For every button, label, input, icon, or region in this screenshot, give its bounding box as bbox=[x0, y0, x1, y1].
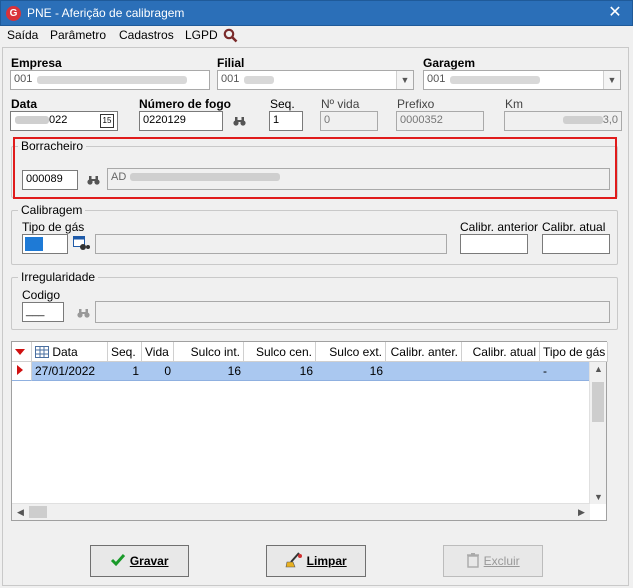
n-vida-label: Nº vida bbox=[321, 97, 360, 111]
codigo-field[interactable]: ___ bbox=[22, 302, 64, 322]
menu-cadastros[interactable]: Cadastros bbox=[119, 28, 174, 42]
check-icon bbox=[111, 554, 126, 567]
scroll-up-icon[interactable]: ▲ bbox=[590, 364, 607, 374]
vertical-scrollbar[interactable]: ▲ ▼ bbox=[589, 362, 606, 504]
title-bar: G PNE - Aferição de calibragem ✕ bbox=[0, 0, 633, 26]
horizontal-scrollbar[interactable]: ◀ ▶ bbox=[12, 503, 590, 520]
cell-sulco-cen[interactable]: 16 bbox=[244, 362, 316, 381]
calibragem-title: Calibragem bbox=[18, 203, 86, 217]
filial-label: Filial bbox=[217, 56, 245, 70]
numero-fogo-label: Número de fogo bbox=[139, 97, 231, 111]
menu-bar: Saída Parâmetro Cadastros LGPD bbox=[0, 26, 633, 46]
search-icon[interactable] bbox=[223, 28, 238, 46]
tipo-gas-field[interactable] bbox=[22, 234, 68, 254]
borracheiro-name-field: AD bbox=[107, 168, 610, 190]
filial-select[interactable]: 001 ▼ bbox=[217, 70, 414, 90]
app-logo-icon: G bbox=[6, 6, 21, 21]
seq-field[interactable]: 1 bbox=[269, 111, 303, 131]
cell-data[interactable]: 27/01/2022 bbox=[32, 362, 108, 381]
data-label: Data bbox=[11, 97, 38, 111]
col-header-tipo-gas[interactable]: Tipo de gás bbox=[540, 342, 608, 362]
calibration-table[interactable]: Data Seq. Vida Sulco int. Sulco cen. Sul… bbox=[11, 341, 608, 521]
empresa-label: Empresa bbox=[11, 56, 62, 70]
calibr-anterior-field[interactable] bbox=[460, 234, 528, 254]
cell-sulco-int[interactable]: 16 bbox=[174, 362, 244, 381]
calendar-icon[interactable]: 15 bbox=[100, 114, 114, 128]
tipo-gas-desc-field bbox=[95, 234, 447, 254]
scroll-left-icon[interactable]: ◀ bbox=[12, 507, 29, 518]
chevron-down-icon[interactable]: ▼ bbox=[603, 71, 620, 89]
cell-calibr-atual[interactable] bbox=[462, 362, 540, 381]
menu-saida[interactable]: Saída bbox=[7, 28, 38, 42]
prefixo-label: Prefixo bbox=[397, 97, 435, 111]
selection-highlight bbox=[25, 237, 43, 251]
col-header-sulco-cen[interactable]: Sulco cen. bbox=[244, 342, 316, 362]
binoculars-icon[interactable] bbox=[77, 308, 90, 322]
codigo-label: Codigo bbox=[22, 288, 61, 302]
col-header-sulco-ext[interactable]: Sulco ext. bbox=[316, 342, 386, 362]
km-label: Km bbox=[505, 97, 523, 111]
garagem-select[interactable]: 001 ▼ bbox=[423, 70, 621, 90]
col-header-sulco-int[interactable]: Sulco int. bbox=[174, 342, 244, 362]
borracheiro-code-field[interactable]: 000089 bbox=[22, 170, 78, 190]
scroll-thumb[interactable] bbox=[592, 382, 604, 422]
window-title: PNE - Aferição de calibragem bbox=[27, 6, 185, 20]
calibr-atual-field[interactable] bbox=[542, 234, 610, 254]
col-header-calibr-anter[interactable]: Calibr. anter. bbox=[386, 342, 462, 362]
binoculars-icon[interactable] bbox=[87, 175, 100, 189]
excluir-button[interactable]: Excluir bbox=[443, 545, 543, 577]
calibr-anterior-label: Calibr. anterior bbox=[460, 220, 539, 234]
cell-sulco-ext[interactable]: 16 bbox=[316, 362, 386, 381]
calibr-atual-label: Calibr. atual bbox=[542, 220, 606, 234]
scroll-right-icon[interactable]: ▶ bbox=[573, 507, 590, 518]
cell-tipo-gas[interactable]: - bbox=[540, 362, 590, 381]
cell-vida[interactable]: 0 bbox=[142, 362, 174, 381]
binoculars-icon[interactable] bbox=[233, 116, 246, 130]
col-header-data[interactable]: Data bbox=[32, 342, 108, 362]
table-icon bbox=[35, 346, 49, 358]
col-header-vida[interactable]: Vida bbox=[142, 342, 174, 362]
n-vida-field: 0 bbox=[320, 111, 378, 131]
gravar-button[interactable]: Gravar bbox=[90, 545, 189, 577]
search-table-icon[interactable] bbox=[73, 236, 90, 255]
menu-lgpd[interactable]: LGPD bbox=[185, 28, 218, 42]
scroll-down-icon[interactable]: ▼ bbox=[590, 492, 607, 502]
row-indicator bbox=[12, 362, 32, 381]
empresa-select[interactable]: 001 bbox=[10, 70, 210, 90]
menu-parametro[interactable]: Parâmetro bbox=[50, 28, 106, 42]
sort-indicator[interactable] bbox=[12, 342, 32, 362]
garagem-label: Garagem bbox=[423, 56, 476, 70]
prefixo-field: 0000352 bbox=[396, 111, 484, 131]
col-header-seq[interactable]: Seq. bbox=[108, 342, 142, 362]
cell-seq[interactable]: 1 bbox=[108, 362, 142, 381]
codigo-desc-field bbox=[95, 301, 610, 323]
trash-icon bbox=[467, 553, 480, 568]
km-field: 3,0 bbox=[504, 111, 622, 131]
broom-icon bbox=[285, 552, 303, 568]
close-button[interactable]: ✕ bbox=[604, 3, 626, 23]
limpar-button[interactable]: Limpar bbox=[266, 545, 366, 577]
numero-fogo-field[interactable]: 0220129 bbox=[139, 111, 223, 131]
col-header-calibr-atual[interactable]: Calibr. atual bbox=[462, 342, 540, 362]
tipo-gas-label: Tipo de gás bbox=[22, 220, 85, 234]
seq-label: Seq. bbox=[270, 97, 295, 111]
cell-calibr-anter[interactable] bbox=[386, 362, 462, 381]
scroll-thumb-h[interactable] bbox=[29, 506, 47, 518]
chevron-down-icon[interactable]: ▼ bbox=[396, 71, 413, 89]
irregularidade-title: Irregularidade bbox=[18, 270, 99, 284]
